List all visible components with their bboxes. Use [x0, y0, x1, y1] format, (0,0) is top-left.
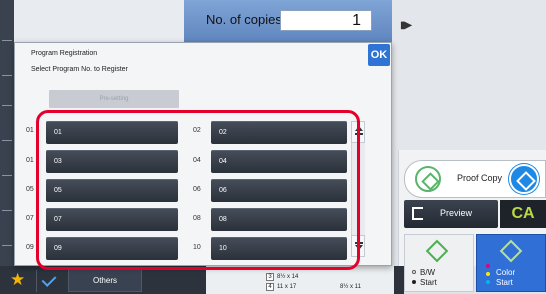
bw-dot-icon: [412, 280, 416, 284]
paper-size: 11 x 17: [277, 284, 297, 290]
star-icon[interactable]: ★: [10, 270, 25, 290]
dialog-subtitle: Select Program No. to Register: [31, 66, 128, 73]
expand-icon[interactable]: ▮▶: [400, 20, 412, 31]
paper-slot: 4 11 x 17: [266, 283, 296, 291]
diamond-start-icon: [415, 166, 441, 192]
left-sidebar: [0, 0, 14, 266]
preset-tab: Pre-setting: [49, 90, 179, 108]
color-dot-icon: [486, 264, 490, 268]
bw-dot-icon: [412, 270, 416, 274]
preview-button[interactable]: Preview: [404, 200, 498, 228]
tray-number: 4: [266, 283, 274, 291]
diamond-icon: [499, 239, 523, 263]
check-icon[interactable]: [36, 270, 62, 292]
row-number: 05: [26, 186, 34, 193]
ok-button[interactable]: OK: [368, 44, 390, 66]
others-button[interactable]: Others: [68, 268, 142, 292]
color-dot-icon: [486, 280, 490, 284]
paper-tray-area: 3 8½ x 14 4 11 x 17 8½ x 11: [206, 266, 394, 294]
paper-slot: 3 8½ x 14: [266, 273, 298, 281]
proof-start-icon[interactable]: [509, 164, 539, 194]
proof-copy-button[interactable]: Proof Copy: [404, 160, 546, 198]
paper-slot: 8½ x 11: [340, 283, 361, 291]
row-number: 01: [26, 127, 34, 134]
preview-icon: [412, 207, 423, 220]
paper-size: 8½ x 14: [277, 274, 299, 280]
copies-panel: No. of copies 1: [184, 0, 392, 42]
tray-number: 3: [266, 273, 274, 281]
row-number: 09: [26, 244, 34, 251]
row-number: 01: [26, 157, 34, 164]
color-start-text: Color Start: [496, 268, 516, 287]
clear-all-button[interactable]: CA: [500, 200, 546, 228]
copies-field[interactable]: 1: [280, 10, 372, 31]
row-number: 07: [26, 215, 34, 222]
copies-label: No. of copies: [206, 12, 282, 27]
top-area: [14, 0, 184, 42]
diamond-icon: [425, 239, 449, 263]
proof-copy-label: Proof Copy: [457, 173, 503, 183]
color-dot-icon: [486, 272, 490, 276]
preview-label: Preview: [440, 208, 473, 218]
dialog-title: Program Registration: [31, 50, 98, 57]
paper-size: 8½ x 11: [340, 284, 361, 290]
highlight-frame: [36, 110, 360, 270]
bw-start-text: B/W Start: [420, 268, 437, 287]
